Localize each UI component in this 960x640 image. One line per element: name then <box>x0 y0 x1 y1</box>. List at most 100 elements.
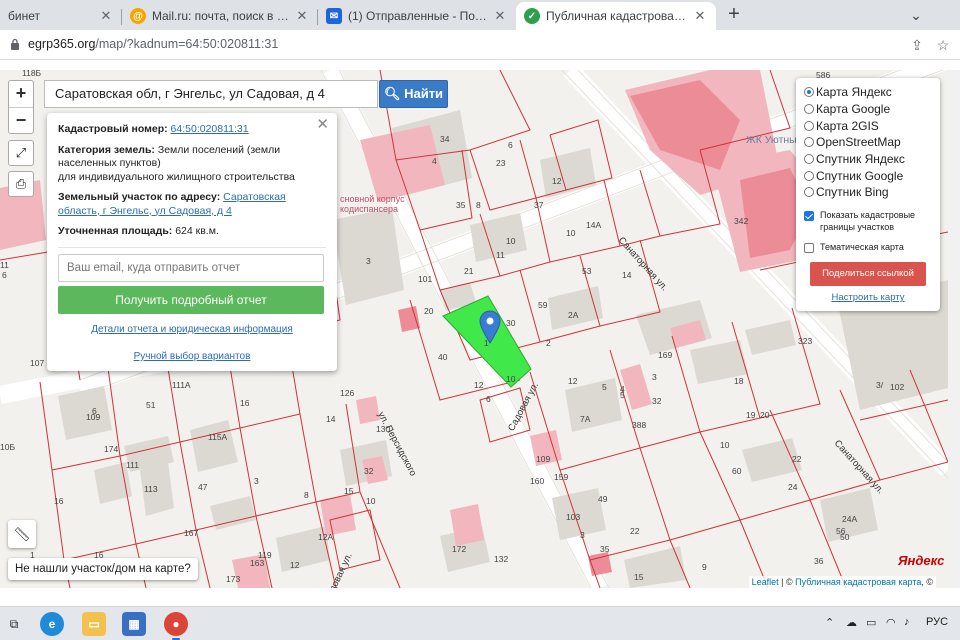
parcel-number-label: 173 <box>226 574 241 584</box>
close-tab-icon[interactable]: ✕ <box>692 8 708 24</box>
cadastral-number-link[interactable]: 64:50:020811:31 <box>171 123 249 135</box>
close-tab-icon[interactable]: ✕ <box>492 8 508 24</box>
close-tab-icon[interactable]: ✕ <box>294 8 310 24</box>
radio-button[interactable] <box>804 104 814 115</box>
parcel-number-label: 34 <box>440 134 450 144</box>
attribution-separator: | © <box>778 577 796 587</box>
get-report-button[interactable]: Получить подробный отчет <box>58 285 324 314</box>
layer-option[interactable]: Карта 2GIS <box>804 117 932 134</box>
task-view-icon[interactable]: ⧉ <box>2 612 26 636</box>
parcel-number-label: 169 <box>658 350 673 360</box>
lock-icon <box>11 38 19 50</box>
parcel-number-label: 6 <box>508 140 513 150</box>
parcel-number-label: 11 <box>0 260 9 270</box>
parcel-number-label: 8 <box>304 490 309 500</box>
radio-button[interactable] <box>804 154 814 165</box>
cloud-icon[interactable]: ☁ <box>846 616 857 629</box>
area-label: Уточненная площадь: <box>58 225 173 237</box>
zoom-in-button[interactable]: + <box>9 81 33 107</box>
show-borders-toggle[interactable]: Показать кадастровые границы участков <box>804 209 932 234</box>
report-details-link[interactable]: Детали отчета и юридическая информация <box>91 324 293 335</box>
zoom-control: + − <box>8 80 34 134</box>
browser-tab[interactable]: @ Mail.ru: почта, поиск в интернете ✕ <box>122 2 318 30</box>
chrome-icon[interactable]: ● <box>164 612 188 640</box>
browser-tab[interactable]: ✉ (1) Отправленные - Почта Mail.ru ✕ <box>318 2 516 30</box>
thematic-map-toggle[interactable]: Тематическая карта <box>804 241 932 254</box>
popup-divider <box>58 246 326 248</box>
parcel-number-label: 10 <box>506 374 516 384</box>
tray-chevron-icon[interactable]: ⌃ <box>825 616 834 629</box>
parcel-number-label: 388 <box>632 420 647 430</box>
address-search-input[interactable]: Саратовская обл, г Энгельс, ул Садовая, … <box>44 80 378 108</box>
show-borders-checkbox[interactable] <box>804 210 814 221</box>
browser-tab[interactable]: бинет ✕ <box>0 2 122 30</box>
volume-icon[interactable]: ♪ <box>904 616 910 628</box>
not-found-button[interactable]: Не нашли участок/дом на карте? <box>8 558 198 580</box>
green-check-icon: ✓ <box>524 8 540 24</box>
leaflet-link[interactable]: Leaflet <box>752 577 779 587</box>
zoom-out-button[interactable]: − <box>9 107 33 133</box>
parcel-number-label: 21 <box>464 266 474 276</box>
layer-option[interactable]: Карта Яндекс <box>804 84 932 101</box>
file-explorer-icon[interactable]: ▭ <box>82 612 106 636</box>
parcel-number-label: 101 <box>418 274 433 284</box>
language-indicator[interactable]: РУС <box>926 616 948 628</box>
parcel-number-label: 51 <box>146 400 156 410</box>
parcel-number-label: 10 <box>720 440 730 450</box>
layer-option-label: Спутник Яндекс <box>816 152 905 167</box>
parcel-number-label: 10Б <box>0 442 16 452</box>
email-field[interactable]: Ваш email, куда отправить отчет <box>58 253 324 282</box>
page-scrollbar[interactable] <box>948 70 960 588</box>
ruler-icon[interactable]: 📏︎ <box>8 520 36 548</box>
wifi-icon[interactable]: ◠ <box>886 616 896 629</box>
share-page-icon[interactable]: ⇪ <box>908 36 926 54</box>
radio-button[interactable] <box>804 187 814 198</box>
print-icon[interactable]: ⎙ <box>8 171 34 197</box>
category-purpose: для индивидуального жилищного строительс… <box>58 170 295 183</box>
parcel-number-label: 47 <box>198 482 208 492</box>
radio-button[interactable] <box>804 170 814 181</box>
share-link-button[interactable]: Поделиться ссылкой <box>810 262 926 287</box>
parcel-number-label: 172 <box>452 544 467 554</box>
parcel-number-label: 22 <box>792 454 802 464</box>
parcel-number-label: 3 <box>366 256 371 266</box>
layer-option[interactable]: Карта Google <box>804 101 932 118</box>
parcel-number-label: 160 <box>530 476 545 486</box>
store-icon[interactable]: ▦ <box>122 612 146 636</box>
radio-button[interactable] <box>804 87 814 98</box>
bookmark-star-icon[interactable]: ☆ <box>934 36 952 54</box>
layer-option[interactable]: Спутник Google <box>804 167 932 184</box>
cadastral-map[interactable]: Санаторная ул. Санаторная ул. ул. Персид… <box>0 70 948 588</box>
edge-icon[interactable]: e <box>40 612 64 636</box>
url-host: egrp365.org <box>28 37 96 51</box>
setup-map-link[interactable]: Настроить карту <box>804 292 932 303</box>
url-field[interactable]: egrp365.org/map/?kadnum=64:50:020811:31 <box>28 37 278 51</box>
tab-search-chevron-icon[interactable]: ⌄ <box>896 0 936 30</box>
manual-select-link[interactable]: Ручной выбор вариантов <box>134 351 251 362</box>
radio-button[interactable] <box>804 137 814 148</box>
tab-title: бинет <box>8 9 40 23</box>
parcel-number-label: 59 <box>538 300 548 310</box>
parcel-number-label: 30 <box>506 318 516 328</box>
close-icon[interactable]: ✕ <box>316 117 329 131</box>
thematic-map-checkbox[interactable] <box>804 242 814 253</box>
parcel-number-label: 15 <box>634 572 644 582</box>
new-tab-button[interactable]: + <box>722 3 746 27</box>
pkk-link[interactable]: Публичная кадастровая карта <box>795 577 921 587</box>
parcel-number-label: 24А <box>842 514 858 524</box>
close-tab-icon[interactable]: ✕ <box>98 8 114 24</box>
parcel-number-label: 174 <box>104 444 119 454</box>
layer-option[interactable]: Спутник Bing <box>804 184 932 201</box>
layer-option[interactable]: OpenStreetMap <box>804 134 932 151</box>
parcel-number-label: 32 <box>364 466 374 476</box>
fullscreen-icon[interactable]: ⤢ <box>8 140 34 166</box>
radio-button[interactable] <box>804 120 814 131</box>
parcel-number-label: 107 <box>30 358 45 368</box>
layer-option[interactable]: Спутник Яндекс <box>804 151 932 168</box>
browser-tab-active[interactable]: ✓ Публичная кадастровая карта п ✕ <box>516 2 716 30</box>
battery-icon[interactable]: ▭ <box>866 616 876 629</box>
layer-option-label: Карта Яндекс <box>816 85 892 100</box>
find-button[interactable]: 🔍︎ Найти <box>379 80 448 108</box>
parcel-number-label: 12 <box>474 380 484 390</box>
parcel-number-label: 60 <box>732 466 742 476</box>
